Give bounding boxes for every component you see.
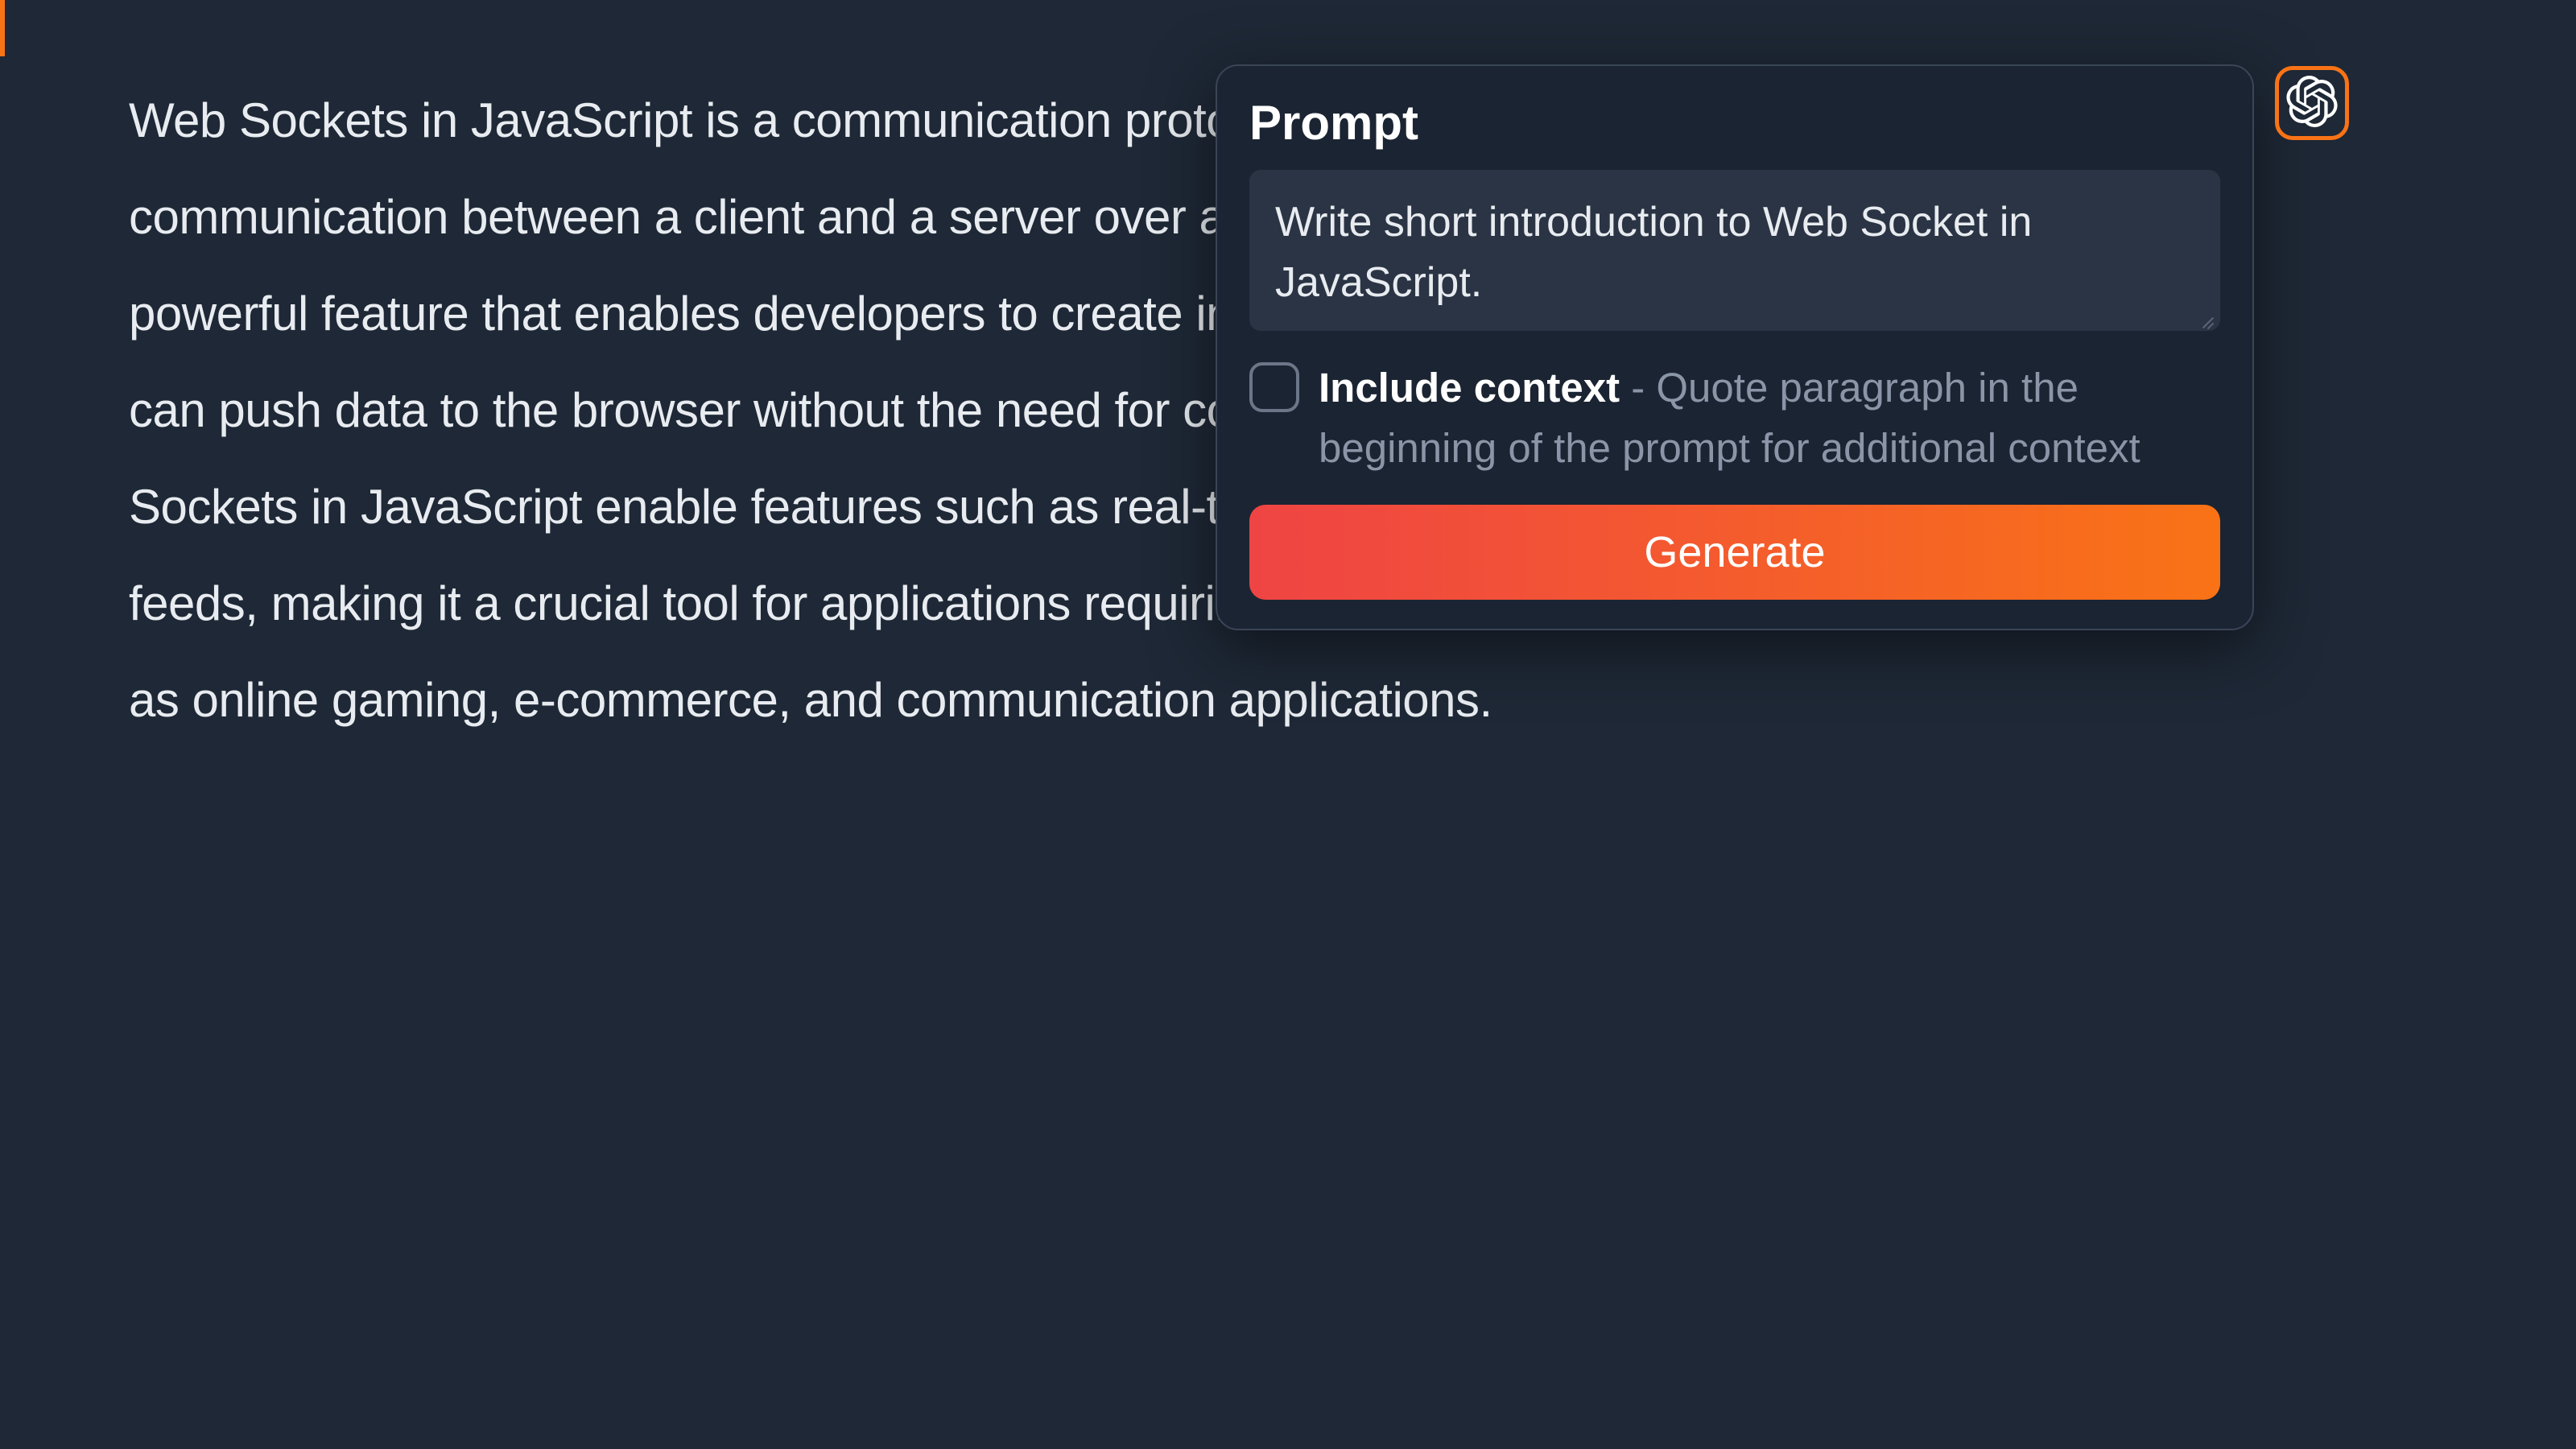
include-context-label: Include context	[1319, 365, 1620, 411]
generate-button[interactable]: Generate	[1249, 505, 2220, 600]
ai-assistant-button[interactable]	[2275, 66, 2349, 140]
openai-icon	[2286, 76, 2338, 131]
include-context-row: Include context - Quote paragraph in the…	[1249, 357, 2220, 479]
prompt-panel: Prompt Include context - Quote paragraph…	[1216, 64, 2254, 630]
left-accent-bar	[0, 0, 5, 56]
prompt-textarea[interactable]	[1249, 170, 2220, 331]
prompt-title: Prompt	[1249, 95, 2220, 151]
include-context-checkbox[interactable]	[1249, 362, 1299, 412]
resize-handle-icon[interactable]	[2198, 312, 2214, 328]
include-context-text: Include context - Quote paragraph in the…	[1319, 357, 2220, 479]
